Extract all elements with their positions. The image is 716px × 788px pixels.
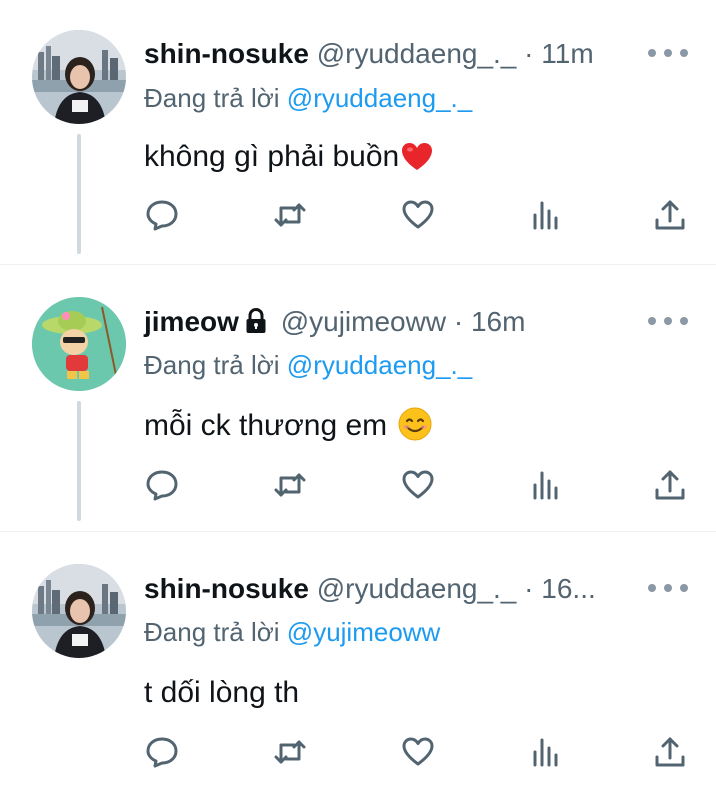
- timestamp[interactable]: · 16...: [524, 573, 596, 604]
- timestamp[interactable]: · 16m: [454, 306, 526, 337]
- like-icon[interactable]: [400, 197, 436, 233]
- tweet-text-content: t dối lòng th: [144, 676, 300, 709]
- tweet-header: shin-nosuke @ryuddaeng_._ · 16...: [144, 572, 596, 606]
- tweet-header: shin-nosuke @ryuddaeng_._ · 11m: [144, 37, 594, 71]
- replying-to: Đang trả lời @yujimeoww: [144, 616, 440, 648]
- tweet-text: mỗi ck thương em: [144, 407, 432, 450]
- avatar[interactable]: [32, 564, 126, 658]
- tweet-text: t dối lòng th: [144, 675, 299, 711]
- tweet-actions: [144, 467, 696, 507]
- lock-icon: [245, 307, 267, 342]
- username[interactable]: @ryuddaeng_._: [317, 38, 517, 69]
- tweet-actions: [144, 734, 696, 774]
- thread-line: [77, 401, 81, 521]
- tweet-text: không gì phải buồn: [144, 139, 433, 181]
- share-icon[interactable]: [652, 734, 688, 770]
- replying-to: Đang trả lời @ryuddaeng_._: [144, 82, 472, 114]
- tweet-actions: [144, 197, 696, 237]
- tweet-text-content: mỗi ck thương em: [144, 409, 388, 442]
- display-name[interactable]: shin-nosuke: [144, 38, 309, 69]
- thread-line: [77, 134, 81, 254]
- reply-icon[interactable]: [144, 467, 180, 503]
- reply-prefix: Đang trả lời: [144, 350, 280, 380]
- reply-mention[interactable]: @ryuddaeng_._: [287, 350, 472, 380]
- reply-mention[interactable]: @ryuddaeng_._: [287, 83, 472, 113]
- reply-prefix: Đang trả lời: [144, 617, 280, 647]
- like-icon[interactable]: [400, 467, 436, 503]
- timestamp[interactable]: · 11m: [524, 38, 594, 69]
- reply-prefix: Đang trả lời: [144, 83, 280, 113]
- smiling-face-icon: [398, 407, 432, 450]
- tweet[interactable]: shin-nosuke @ryuddaeng_._ · 11m Đang trả…: [0, 0, 716, 264]
- more-options-icon[interactable]: [648, 311, 688, 331]
- avatar[interactable]: [32, 297, 126, 391]
- reply-icon[interactable]: [144, 197, 180, 233]
- tweet-text-content: không gì phải buồn: [144, 140, 400, 173]
- red-heart-icon: [401, 142, 433, 181]
- retweet-icon[interactable]: [272, 197, 308, 233]
- tweet-header: jimeow @yujimeoww · 16m: [144, 305, 525, 342]
- username[interactable]: @ryuddaeng_._: [317, 573, 517, 604]
- tweet[interactable]: shin-nosuke @ryuddaeng_._ · 16... Đang t…: [0, 532, 716, 788]
- views-icon[interactable]: [528, 467, 564, 503]
- more-options-icon[interactable]: [648, 43, 688, 63]
- avatar[interactable]: [32, 30, 126, 124]
- username[interactable]: @yujimeoww: [281, 306, 446, 337]
- display-name[interactable]: jimeow: [144, 306, 239, 337]
- retweet-icon[interactable]: [272, 734, 308, 770]
- like-icon[interactable]: [400, 734, 436, 770]
- replying-to: Đang trả lời @ryuddaeng_._: [144, 349, 472, 381]
- reply-mention[interactable]: @yujimeoww: [287, 617, 441, 647]
- tweet[interactable]: jimeow @yujimeoww · 16m Đang trả lời @ry…: [0, 265, 716, 531]
- reply-icon[interactable]: [144, 734, 180, 770]
- share-icon[interactable]: [652, 197, 688, 233]
- more-options-icon[interactable]: [648, 578, 688, 598]
- share-icon[interactable]: [652, 467, 688, 503]
- reply-feed: shin-nosuke @ryuddaeng_._ · 11m Đang trả…: [0, 0, 716, 788]
- display-name[interactable]: shin-nosuke: [144, 573, 309, 604]
- retweet-icon[interactable]: [272, 467, 308, 503]
- views-icon[interactable]: [528, 734, 564, 770]
- views-icon[interactable]: [528, 197, 564, 233]
